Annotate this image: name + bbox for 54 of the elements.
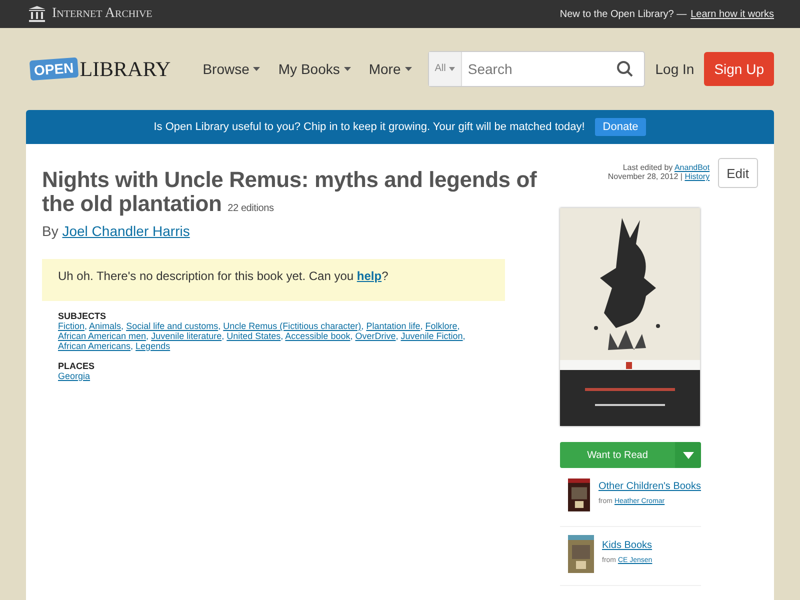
subject-link[interactable]: Uncle Remus (Fictitious character) [223,321,362,331]
subject-link[interactable]: African Americans [58,341,131,351]
help-link[interactable]: help [356,269,382,283]
caret-icon [344,67,351,71]
logo-sign[interactable]: OPEN [29,57,78,81]
subject-link[interactable]: United States [226,331,281,341]
donate-button[interactable]: Donate [594,118,646,136]
book-title: Nights with Uncle Remus: myths and legends of the old plantation 22 editions [42,168,538,218]
learn-link[interactable]: Learn how it works [690,8,774,20]
subjects-heading: SUBJECTS [58,311,108,321]
reading-list-dropdown[interactable] [675,442,701,468]
subject-link[interactable]: African American men [58,331,146,341]
last-edited-label: Last edited by [622,163,673,172]
login-link[interactable]: Log In [655,61,694,77]
place-link[interactable]: Georgia [58,371,90,381]
author-link[interactable]: Joel Chandler Harris [62,223,190,239]
list-title-link[interactable]: Kids Books [602,540,652,551]
editions-count[interactable]: 22 editions [228,203,274,214]
subject-link[interactable]: Folklore [425,321,458,331]
archive-name[interactable]: Internet Archive [52,6,152,22]
caret-icon [253,67,260,71]
search-bar[interactable]: All Search [428,51,646,87]
description-message: Uh oh. There's no description for this book yet. Can you help? [58,269,388,283]
archive-logo-icon [28,6,46,22]
donation-message: Is Open Library useful to you? Chip in to keep it growing. Your gift will be matched today! [154,121,585,133]
nav-menu[interactable]: My Books [278,61,351,77]
edit-date: November 28, 2012 | [608,172,682,181]
signup-button[interactable]: Sign Up [704,52,774,86]
caret-icon [404,67,412,71]
editor-link[interactable]: AnandBot [674,163,710,172]
places-heading: PLACES [58,361,96,371]
subjects-list: Fiction, Animals, Social life and customs, Uncle Remus (Fictitious character), Plantation life, Folklore, African American men, Juvenile literature, United States, Accessible book, OverDrive, Juvenile Fiction, African Americans, Legends [58,321,518,351]
nav-menu[interactable]: More [368,61,412,77]
new-user-prompt: New to the Open Library? — [560,8,687,20]
logo-word[interactable]: LIBRARY [80,56,171,82]
subject-link[interactable]: Accessible book [285,331,350,341]
subject-link[interactable]: Plantation life [366,321,420,331]
subject-link[interactable]: Fiction [58,321,85,331]
subject-link[interactable]: Legends [136,341,170,351]
subject-link[interactable]: Social life and customs [126,321,218,331]
subject-link[interactable]: Juvenile literature [151,331,222,341]
by-label: By [42,223,58,239]
want-to-read-button[interactable]: Want to Read [560,442,675,468]
search-scope-dropdown[interactable]: All [428,52,462,86]
subject-link[interactable]: Juvenile Fiction [400,331,463,341]
caret-icon [448,67,455,71]
caret-icon [682,452,694,458]
list-title-link[interactable]: Other Children's Books [598,481,701,492]
nav-menu[interactable]: Browse [202,61,260,77]
subject-link[interactable]: OverDrive [355,331,396,341]
edit-button[interactable]: Edit [718,158,758,188]
subject-link[interactable]: Animals [89,321,122,331]
search-icon[interactable] [616,60,634,78]
history-link[interactable]: History [684,172,710,181]
